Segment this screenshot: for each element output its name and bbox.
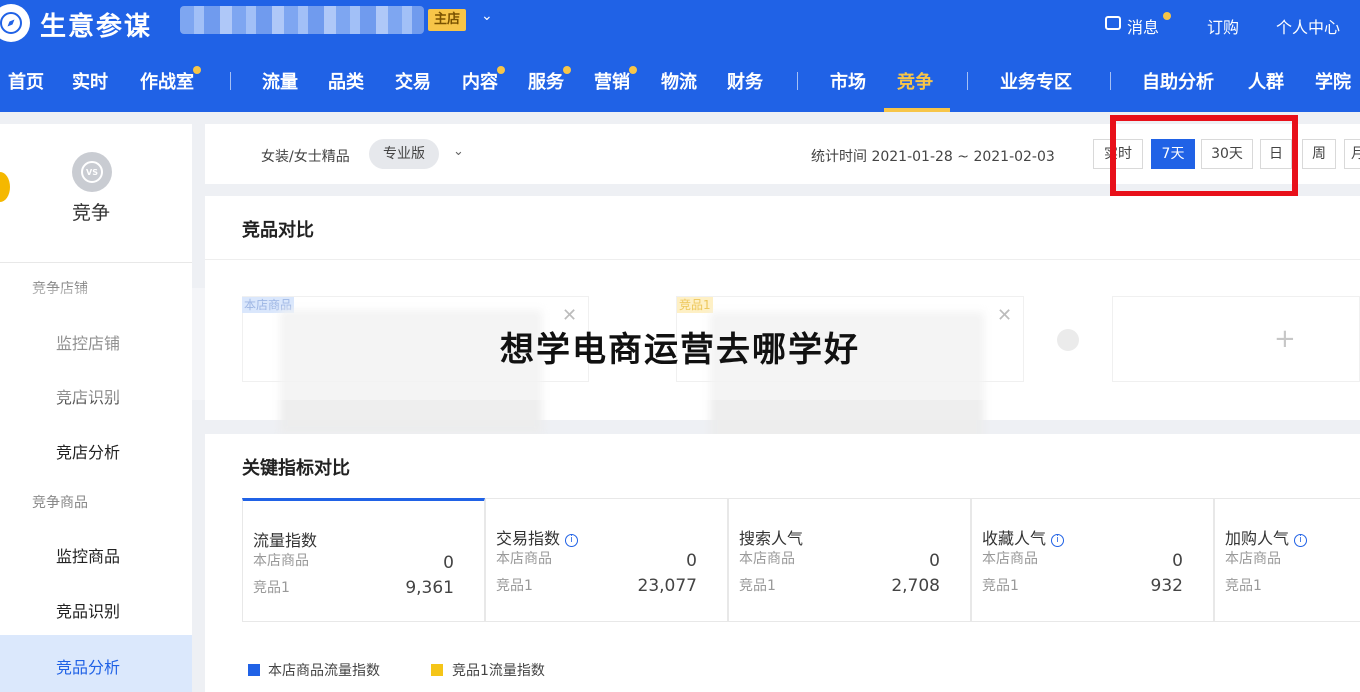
metric-card-cart[interactable]: 加购人气 i 本店商品 竞品1 xyxy=(1214,498,1360,622)
metric-card-traffic[interactable]: 流量指数 本店商品 竞品1 0 9,361 xyxy=(242,498,485,622)
info-icon[interactable]: i xyxy=(1051,534,1065,547)
nav-self-analysis[interactable]: 自助分析 xyxy=(1142,68,1214,94)
nav-realtime[interactable]: 实时 xyxy=(72,68,108,94)
nav-logistics[interactable]: 物流 xyxy=(661,68,697,94)
sidebar-item-analyze-shops[interactable]: 竞店分析 xyxy=(56,439,120,463)
metric-own-value: 0 xyxy=(929,551,940,571)
metric-row-label: 本店商品 xyxy=(253,553,309,569)
metric-row-label: 本店商品 xyxy=(982,551,1038,567)
metric-name: 搜索人气 xyxy=(739,529,804,548)
info-icon[interactable]: i xyxy=(565,534,579,547)
nav-divider xyxy=(230,72,231,90)
nav-market[interactable]: 市场 xyxy=(830,68,866,94)
nav-content[interactable]: 内容 xyxy=(462,68,498,94)
sidebar-edge-tab[interactable] xyxy=(0,172,10,202)
nav-badge-dot xyxy=(497,66,505,74)
sidebar-divider xyxy=(0,262,192,263)
main-nav: 首页 实时 作战室 流量 品类 交易 内容 服务 营销 物流 财务 市场 竞争 … xyxy=(0,50,1360,112)
metric-rival-value: 932 xyxy=(1150,576,1183,596)
message-badge-dot xyxy=(1163,12,1171,20)
metric-own-value: 0 xyxy=(1172,551,1183,571)
panel-divider xyxy=(205,259,1360,260)
highlight-box xyxy=(1110,115,1298,197)
nav-badge-dot xyxy=(193,66,201,74)
chevron-down-icon[interactable]: ⌄ xyxy=(481,8,493,24)
shop-badge: 主店 xyxy=(428,9,467,31)
messages-link[interactable]: 消息 xyxy=(1127,14,1159,38)
profile-link[interactable]: 个人中心 xyxy=(1276,14,1340,38)
metric-rival-value: 23,077 xyxy=(637,576,697,596)
metric-row-label: 本店商品 xyxy=(496,551,552,567)
metrics-title: 关键指标对比 xyxy=(242,458,350,479)
metric-card-search[interactable]: 搜索人气 本店商品 竞品1 0 2,708 xyxy=(728,498,971,622)
message-icon[interactable] xyxy=(1105,16,1121,30)
stat-time-range: 统计时间 2021-01-28 ~ 2021-02-03 xyxy=(811,149,1055,165)
category-selector[interactable]: 女装/女士精品 xyxy=(261,146,350,166)
info-icon[interactable]: i xyxy=(1294,534,1308,547)
legend-swatch-rival xyxy=(431,664,443,676)
nav-crowd[interactable]: 人群 xyxy=(1248,68,1284,94)
nav-war-room[interactable]: 作战室 xyxy=(140,68,194,94)
nav-trade[interactable]: 交易 xyxy=(395,68,431,94)
metric-own-value: 0 xyxy=(686,551,697,571)
metric-row-label: 本店商品 xyxy=(739,551,795,567)
sidebar-item-monitor-goods[interactable]: 监控商品 xyxy=(56,543,120,567)
metric-row-label: 竞品1 xyxy=(739,578,776,594)
watermark-text: 想学电商运营去哪学好 xyxy=(500,330,860,370)
time-btn-week[interactable]: 周 xyxy=(1302,139,1336,169)
sidebar: VS 竞争 竞争店铺 监控店铺 竞店识别 竞店分析 竞争商品 监控商品 竞品识别… xyxy=(0,124,192,692)
nav-badge-dot xyxy=(563,66,571,74)
metric-own-value: 0 xyxy=(443,553,454,573)
metric-rival-value: 2,708 xyxy=(891,576,940,596)
compare-title: 竞品对比 xyxy=(242,220,314,241)
metric-card-trade[interactable]: 交易指数 i 本店商品 竞品1 0 23,077 xyxy=(485,498,728,622)
nav-service[interactable]: 服务 xyxy=(528,68,564,94)
chevron-down-icon[interactable]: ⌄ xyxy=(453,144,464,159)
nav-competition[interactable]: 竞争 xyxy=(897,68,933,94)
nav-marketing[interactable]: 营销 xyxy=(594,68,630,94)
metric-row-label: 本店商品 xyxy=(1225,551,1281,567)
legend-swatch-own xyxy=(248,664,260,676)
nav-divider xyxy=(967,72,968,90)
nav-traffic[interactable]: 流量 xyxy=(262,68,298,94)
app-title: 生意参谋 xyxy=(40,12,153,42)
edition-pill[interactable]: 专业版 xyxy=(369,139,439,169)
legend-rival[interactable]: 竞品1流量指数 xyxy=(452,660,545,680)
sidebar-item-identify-goods[interactable]: 竞品识别 xyxy=(56,598,120,622)
nav-finance[interactable]: 财务 xyxy=(727,68,763,94)
nav-category[interactable]: 品类 xyxy=(328,68,364,94)
metric-row-label: 竞品1 xyxy=(253,580,290,596)
metric-card-favorite[interactable]: 收藏人气 i 本店商品 竞品1 0 932 xyxy=(971,498,1214,622)
metric-name: 加购人气 i xyxy=(1225,525,1308,549)
nav-divider xyxy=(1110,72,1111,90)
time-btn-month[interactable]: 月 xyxy=(1344,139,1360,169)
metric-name: 交易指数 i xyxy=(496,525,579,549)
metric-name: 收藏人气 i xyxy=(982,525,1065,549)
nav-active-indicator xyxy=(884,108,950,112)
metric-name: 流量指数 xyxy=(253,531,318,550)
vs-icon: VS xyxy=(72,152,112,192)
nav-divider xyxy=(797,72,798,90)
nav-business-zone[interactable]: 业务专区 xyxy=(1000,68,1072,94)
metric-row-label: 竞品1 xyxy=(1225,578,1262,594)
top-header: 生意参谋 主店 ⌄ 消息 订购 个人中心 xyxy=(0,0,1360,50)
nav-home[interactable]: 首页 xyxy=(8,68,44,94)
nav-academy[interactable]: 学院 xyxy=(1315,68,1351,94)
shop-name-blurred[interactable] xyxy=(180,6,424,34)
metric-row-label: 竞品1 xyxy=(496,578,533,594)
metric-rival-value: 9,361 xyxy=(405,578,454,598)
sidebar-item-analyze-goods[interactable]: 竞品分析 xyxy=(56,654,120,678)
nav-badge-dot xyxy=(629,66,637,74)
metric-row-label: 竞品1 xyxy=(982,578,1019,594)
sidebar-group-goods: 竞争商品 xyxy=(32,495,88,511)
order-link[interactable]: 订购 xyxy=(1207,14,1239,38)
legend-own[interactable]: 本店商品流量指数 xyxy=(268,660,380,680)
compass-icon xyxy=(0,4,30,42)
sidebar-title: 竞争 xyxy=(72,202,111,224)
